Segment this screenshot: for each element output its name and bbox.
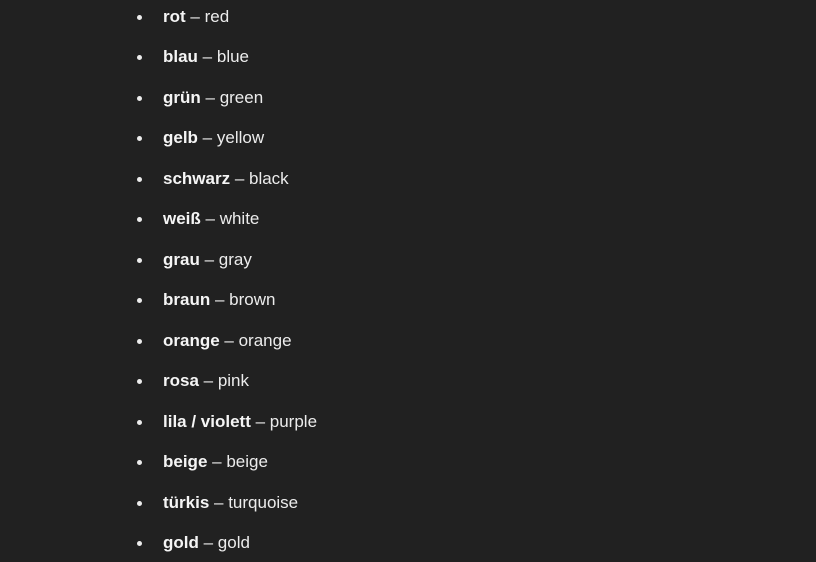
list-item: türkis – turquoise <box>0 488 816 518</box>
list-item: grün – green <box>0 83 816 113</box>
list-item-text: blau – blue <box>163 42 249 72</box>
english-translation: gold <box>217 533 250 552</box>
german-term: weiß <box>163 209 201 228</box>
bullet-icon <box>137 339 142 344</box>
list-item: blau – blue <box>0 42 816 72</box>
german-term: blau <box>163 47 198 66</box>
separator: – <box>210 290 230 309</box>
english-translation: red <box>204 7 230 26</box>
separator: – <box>200 209 220 228</box>
bullet-icon <box>137 541 142 546</box>
list-item-text: lila / violett – purple <box>163 407 317 437</box>
bullet-icon <box>137 15 142 20</box>
list-item-text: grün – green <box>163 83 263 113</box>
bullet-icon <box>137 379 142 384</box>
german-term: orange <box>163 331 220 350</box>
german-term: türkis <box>163 493 210 512</box>
english-translation: yellow <box>216 128 265 147</box>
list-item: lila / violett – purple <box>0 407 816 437</box>
separator: – <box>197 128 217 147</box>
bullet-icon <box>137 136 142 141</box>
german-term: rosa <box>163 371 199 390</box>
bullet-icon <box>137 258 142 263</box>
list-item-text: orange – orange <box>163 326 292 356</box>
list-item: rot – red <box>0 2 816 32</box>
list-item: grau – gray <box>0 245 816 275</box>
german-term: schwarz <box>163 169 231 188</box>
separator: – <box>209 493 229 512</box>
bullet-icon <box>137 55 142 60</box>
german-term: gelb <box>163 128 198 147</box>
separator: – <box>198 533 218 552</box>
separator: – <box>198 371 218 390</box>
bullet-icon <box>137 177 142 182</box>
list-item-text: grau – gray <box>163 245 252 275</box>
list-item-text: gelb – yellow <box>163 123 264 153</box>
list-item: orange – orange <box>0 326 816 356</box>
german-term: rot <box>163 7 186 26</box>
list-item-text: schwarz – black <box>163 164 289 194</box>
separator: – <box>250 412 270 431</box>
list-item: beige – beige <box>0 447 816 477</box>
english-translation: pink <box>217 371 250 390</box>
english-translation: green <box>219 88 264 107</box>
german-term: lila / violett <box>163 412 251 431</box>
german-term: grün <box>163 88 201 107</box>
english-translation: purple <box>269 412 318 431</box>
bullet-icon <box>137 298 142 303</box>
bullet-icon <box>137 217 142 222</box>
separator: – <box>219 331 239 350</box>
english-translation: white <box>219 209 260 228</box>
separator: – <box>199 250 219 269</box>
list-item-text: beige – beige <box>163 447 268 477</box>
list-item-text: rot – red <box>163 2 229 32</box>
list-item: gold – gold <box>0 528 816 558</box>
list-item-text: weiß – white <box>163 204 259 234</box>
separator: – <box>207 452 227 471</box>
english-translation: black <box>249 169 289 188</box>
separator: – <box>200 88 220 107</box>
list-item: gelb – yellow <box>0 123 816 153</box>
list-item-text: türkis – turquoise <box>163 488 298 518</box>
german-term: gold <box>163 533 199 552</box>
separator: – <box>185 7 205 26</box>
english-translation: beige <box>226 452 268 471</box>
list-item: schwarz – black <box>0 164 816 194</box>
list-item-text: braun – brown <box>163 285 275 315</box>
bullet-icon <box>137 460 142 465</box>
german-term: grau <box>163 250 200 269</box>
english-translation: brown <box>229 290 276 309</box>
list-item-text: rosa – pink <box>163 366 249 396</box>
list-item: braun – brown <box>0 285 816 315</box>
german-term: braun <box>163 290 211 309</box>
english-translation: turquoise <box>228 493 299 512</box>
separator: – <box>230 169 249 188</box>
list-item: weiß – white <box>0 204 816 234</box>
english-translation: gray <box>218 250 252 269</box>
list-item-text: gold – gold <box>163 528 250 558</box>
bullet-icon <box>137 501 142 506</box>
english-translation: blue <box>216 47 249 66</box>
english-translation: orange <box>238 331 292 350</box>
bullet-icon <box>137 96 142 101</box>
separator: – <box>197 47 217 66</box>
bullet-icon <box>137 420 142 425</box>
german-term: beige <box>163 452 208 471</box>
list-item: rosa – pink <box>0 366 816 396</box>
